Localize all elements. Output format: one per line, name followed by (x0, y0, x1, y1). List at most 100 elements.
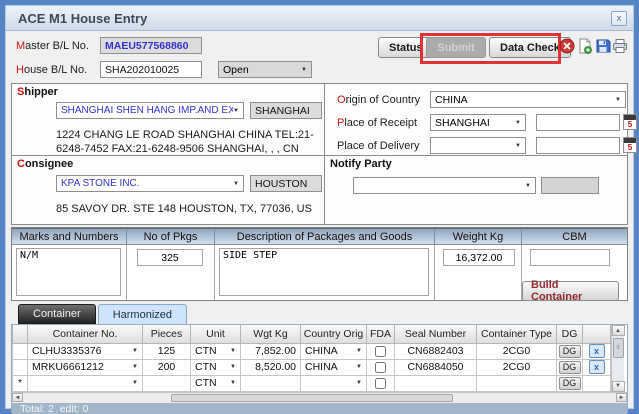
save-icon[interactable] (595, 38, 611, 54)
delete-row-icon[interactable]: x (589, 360, 605, 374)
horizontal-scrollbar[interactable]: ◄ ► (12, 392, 627, 403)
close-icon[interactable]: x (611, 11, 627, 26)
consignee-label: Consignee (17, 158, 73, 170)
pieces-cell[interactable]: 200 (143, 359, 191, 375)
fda-checkbox[interactable] (375, 346, 386, 357)
chevron-down-icon: ▼ (230, 380, 236, 386)
horizontal-scroll-thumb[interactable] (171, 394, 454, 402)
scroll-down-icon[interactable]: ▼ (612, 381, 625, 392)
place-of-delivery-select[interactable]: ▼ (430, 137, 526, 154)
cbm-input[interactable] (530, 249, 610, 266)
print-icon[interactable] (612, 38, 628, 54)
consignee-address: 85 SAVOY DR. STE 148 HOUSTON, TX, 77036,… (56, 202, 320, 216)
place-of-receipt-label: Place of Receipt (337, 117, 417, 129)
consignee-select[interactable]: KPA STONE INC. ▼ (56, 175, 244, 192)
tab-bar: Container Harmonized (18, 304, 628, 324)
dg-button[interactable]: DG (559, 361, 581, 374)
place-of-receipt-select[interactable]: SHANGHAI ▼ (430, 114, 526, 131)
routing-section: Origin of Country CHINA ▼ Place of Recei… (325, 84, 627, 156)
cancel-icon[interactable] (559, 38, 575, 54)
unit-select[interactable]: CTN▼ (191, 360, 240, 375)
new-document-icon[interactable] (577, 38, 593, 54)
notify-party-select[interactable]: ▼ (353, 177, 536, 194)
table-new-row: * ▼ CTN▼ ▼ DG (13, 375, 611, 391)
fda-checkbox[interactable] (375, 378, 386, 389)
delete-row-icon[interactable]: x (589, 344, 605, 358)
col-pieces: Pieces (143, 325, 191, 343)
row-selector[interactable] (13, 359, 28, 375)
delivery-date-input[interactable] (536, 137, 620, 154)
country-select[interactable]: ▼ (301, 376, 366, 391)
tab-container[interactable]: Container (18, 304, 96, 324)
chevron-down-icon: ▼ (230, 364, 236, 370)
seal-number-cell (395, 375, 477, 391)
calendar-icon[interactable]: 5 (623, 137, 637, 153)
dg-button[interactable]: DG (559, 377, 581, 390)
fda-checkbox[interactable] (375, 362, 386, 373)
country-select[interactable]: CHINA▼ (301, 360, 366, 375)
chevron-down-icon: ▼ (615, 97, 621, 103)
cargo-section: Marks and Numbers No of Pkgs Description… (11, 227, 628, 301)
col-dg: DG (557, 325, 583, 343)
dg-button[interactable]: DG (559, 345, 581, 358)
notify-party-label: Notify Party (330, 158, 392, 170)
chevron-down-icon: ▼ (132, 364, 138, 370)
dialog-title: ACE M1 House Entry (18, 11, 611, 26)
scroll-right-icon[interactable]: ► (616, 393, 627, 402)
house-bl-input[interactable] (100, 61, 202, 78)
scroll-up-icon[interactable]: ▲ (612, 325, 625, 336)
shipper-section: Shipper SHANGHAI SHEN HANG IMP.AND EXP.C… (12, 84, 325, 156)
col-fda: FDA (367, 325, 395, 343)
calendar-icon[interactable]: 5 (623, 114, 637, 130)
country-select[interactable]: CHINA▼ (301, 344, 366, 359)
chevron-down-icon: ▼ (233, 108, 239, 114)
container-no-select[interactable]: CLHU3335376▼ (28, 344, 142, 359)
top-form: Master B/L No. House B/L No. Open ▼ Stat… (6, 31, 633, 83)
row-selector-header (13, 325, 28, 343)
container-type-cell: 2CG0 (477, 359, 557, 375)
consignee-name: KPA STONE INC. (61, 178, 140, 189)
receipt-date-input[interactable] (536, 114, 620, 131)
wgt-cell[interactable]: 7,852.00 (241, 343, 301, 359)
title-bar: ACE M1 House Entry x (6, 6, 633, 31)
unit-select[interactable]: CTN▼ (191, 344, 240, 359)
container-no-select[interactable]: MRKU6661212▼ (28, 360, 142, 375)
vertical-scrollbar[interactable]: ▲ ≡ ▼ (611, 325, 624, 392)
unit-select[interactable]: CTN▼ (191, 376, 240, 391)
build-container-button[interactable]: Build Container (522, 281, 619, 301)
submit-button[interactable]: Submit (426, 37, 486, 58)
tab-harmonized[interactable]: Harmonized (98, 304, 187, 324)
container-type-cell: 2CG0 (477, 343, 557, 359)
container-table: Container No. Pieces Unit Wgt Kg Country… (12, 325, 611, 392)
wgt-cell[interactable] (241, 375, 301, 391)
shipper-city-field (250, 102, 322, 119)
col-container-type: Container Type (477, 325, 557, 343)
marks-textarea[interactable]: N/M (16, 248, 121, 296)
vertical-scroll-thumb[interactable]: ≡ (613, 338, 624, 358)
chevron-down-icon: ▼ (515, 143, 521, 149)
consignee-section: Consignee KPA STONE INC. ▼ 85 SAVOY DR. … (12, 156, 325, 224)
shipper-select[interactable]: SHANGHAI SHEN HANG IMP.AND EXP.CO.,LTD ▼ (56, 102, 244, 119)
table-row: MRKU6661212▼ 200 CTN▼ 8,520.00 CHINA▼ CN… (13, 359, 611, 375)
ace-m1-house-entry-dialog: ACE M1 House Entry x Master B/L No. Hous… (5, 5, 634, 409)
container-grid-box: Container No. Pieces Unit Wgt Kg Country… (11, 324, 628, 413)
col-actions (583, 325, 611, 343)
row-selector[interactable] (13, 343, 28, 359)
house-status-select[interactable]: Open ▼ (218, 61, 312, 78)
marks-header: Marks and Numbers (12, 229, 127, 244)
origin-of-country-select[interactable]: CHINA ▼ (430, 91, 626, 108)
wgt-cell[interactable]: 8,520.00 (241, 359, 301, 375)
description-textarea[interactable]: SIDE STEP (219, 248, 429, 296)
scroll-left-icon[interactable]: ◄ (12, 393, 23, 402)
chevron-down-icon: ▼ (132, 380, 138, 386)
col-country-orig: Country Orig (301, 325, 367, 343)
pieces-cell[interactable]: 125 (143, 343, 191, 359)
col-wgt-kg: Wgt Kg (241, 325, 301, 343)
pieces-cell[interactable] (143, 375, 191, 391)
description-header: Description of Packages and Goods (215, 229, 435, 244)
origin-of-country-value: CHINA (435, 94, 468, 106)
chevron-down-icon: ▼ (233, 181, 239, 187)
weight-input[interactable] (443, 249, 515, 266)
pkgs-input[interactable] (137, 249, 203, 266)
container-no-select[interactable]: ▼ (28, 376, 142, 391)
